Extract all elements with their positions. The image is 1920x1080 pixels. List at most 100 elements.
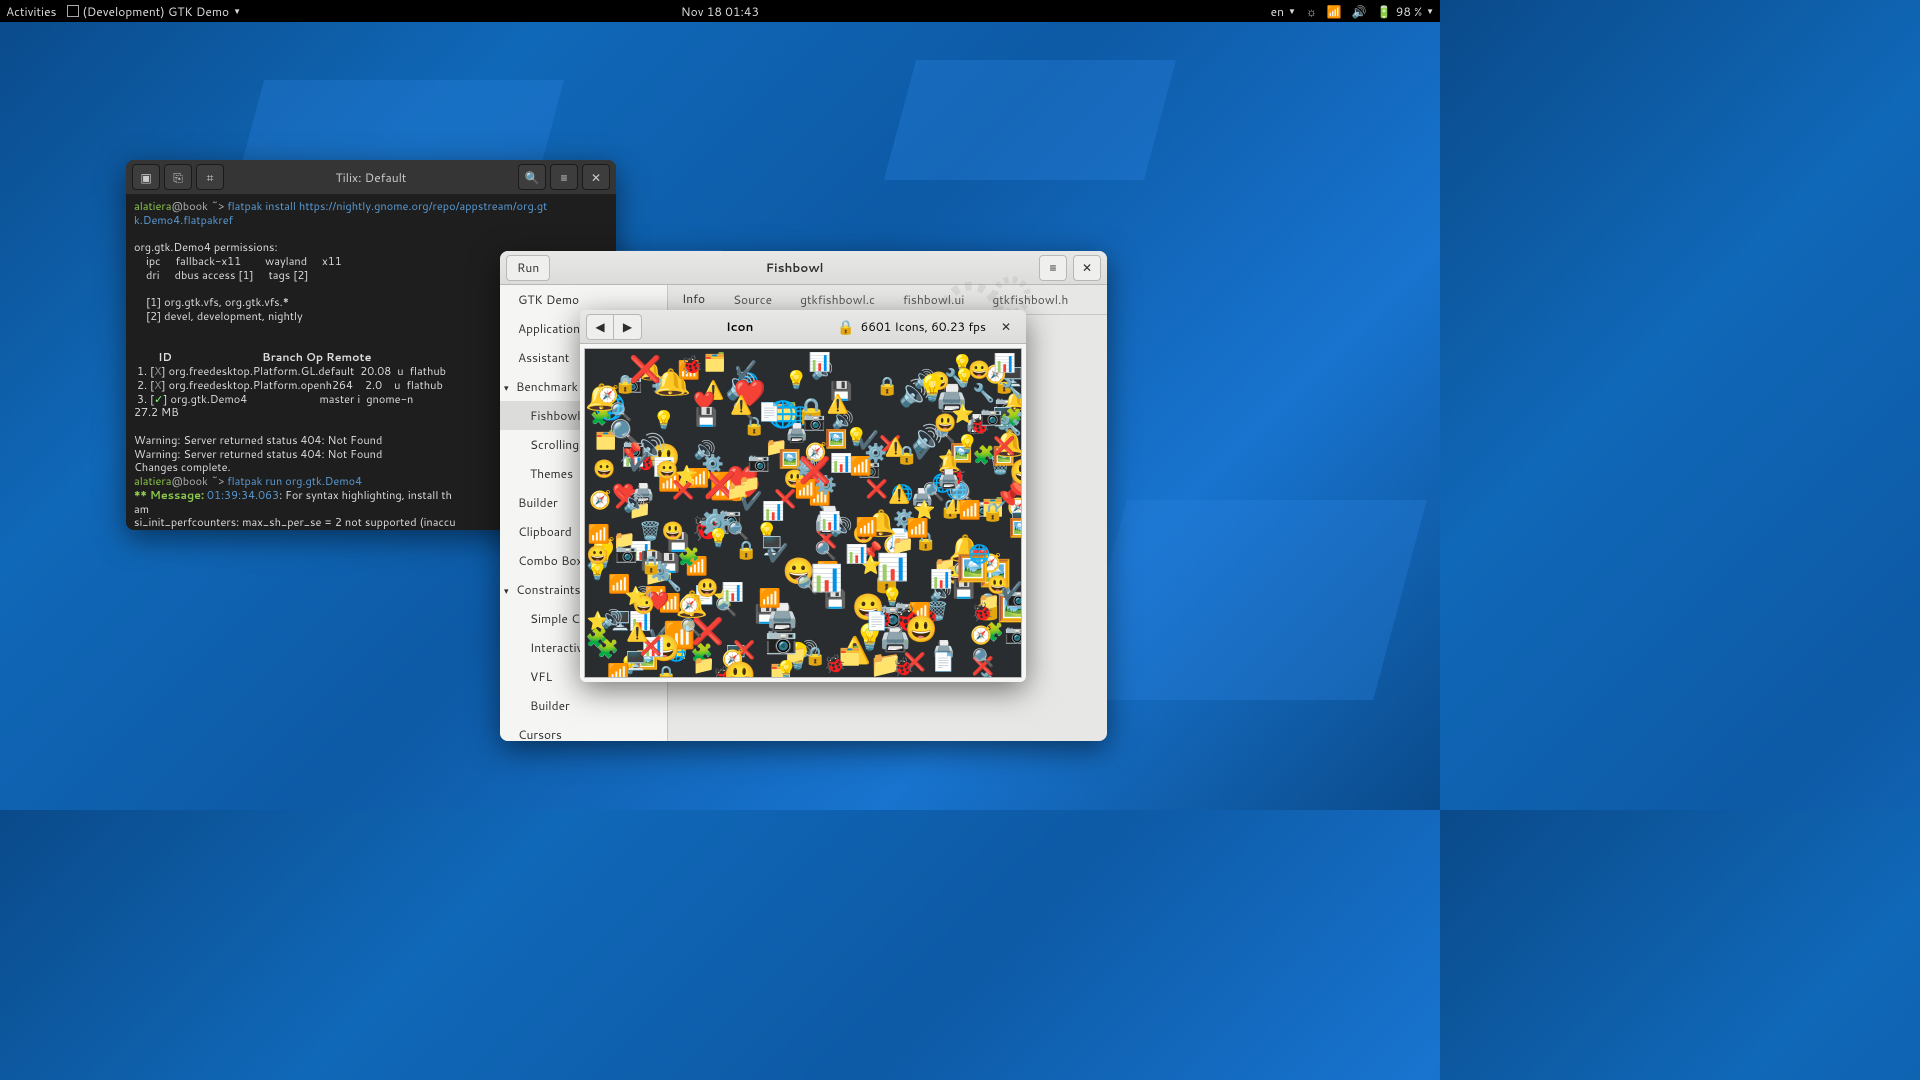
fishbowl-icon: 🧭	[678, 595, 700, 613]
fishbowl-icon: 📊	[930, 569, 952, 587]
fishbowl-icon: 📄	[758, 402, 780, 420]
fishbowl-icon: ⚠️	[730, 395, 752, 413]
fishbowl-icon: 🔒	[876, 376, 898, 394]
fishbowl-icon: 📷	[615, 543, 637, 561]
brightness-icon[interactable]: ☼	[1306, 3, 1317, 20]
chevron-down-icon: ▼	[1426, 5, 1434, 17]
fishbowl-icon: 📷	[765, 627, 797, 653]
fishbowl-icon: 🌐	[968, 544, 990, 562]
fishbowl-icon: 🐞	[824, 654, 846, 672]
fishbowl-icon: 💡	[916, 375, 948, 401]
close-button[interactable]: ✕	[1073, 255, 1101, 281]
fishbowl-icon: 🔒	[896, 445, 918, 463]
run-button[interactable]: Run	[506, 255, 550, 281]
fishbowl-icon: 🖼️	[1009, 518, 1022, 536]
fishbowl-icon: ❌	[993, 436, 1015, 454]
sidebar-item-label: Cursors	[518, 726, 562, 741]
close-button[interactable]: ✕	[992, 314, 1020, 340]
fishbowl-headerbar: ◀ ▶ Icon 🔒 6601 Icons, 60.23 fps ✕	[580, 310, 1026, 344]
wallpaper-shape	[1073, 500, 1427, 700]
expander-icon: ▾	[504, 584, 514, 597]
fishbowl-icon: 📊	[762, 501, 784, 519]
fishbowl-icon: 🔍	[680, 618, 702, 636]
fishbowl-icon: 📁	[726, 481, 748, 499]
lock-icon: 🔒	[837, 317, 854, 337]
fishbowl-icon: ❌	[799, 457, 831, 483]
fishbowl-icon: 🧭	[589, 490, 611, 508]
prev-button[interactable]: ◀	[586, 314, 614, 340]
close-button[interactable]: ✕	[582, 164, 610, 190]
volume-icon[interactable]: 🔊	[1352, 3, 1367, 20]
fishbowl-icon: 😃	[662, 521, 684, 539]
gnome-top-panel: Activities (Development) GTK Demo ▼ Nov …	[0, 0, 1440, 22]
expander-icon: ▾	[504, 381, 514, 394]
sidebar-item[interactable]: Cursors	[500, 720, 667, 741]
fishbowl-icon: 🧭	[970, 625, 992, 643]
fishbowl-icon: 🖨️	[937, 469, 959, 487]
fishbowl-icon: 🔊	[694, 440, 716, 458]
sidebar-item[interactable]: Builder	[500, 691, 667, 720]
fishbowl-icon: 😃	[724, 662, 756, 678]
fishbowl-icon: 🔔	[654, 369, 686, 395]
app-menu[interactable]: (Development) GTK Demo ▼	[67, 3, 242, 20]
fishbowl-icon: 📄	[932, 652, 954, 670]
fishbowl-icon: 📷	[747, 452, 769, 470]
fishbowl-icon: 💡	[845, 427, 867, 445]
search-button[interactable]: 🔍	[518, 164, 546, 190]
fishbowl-icon: 😀	[968, 360, 990, 378]
fishbowl-icon: 💾	[695, 407, 717, 425]
keyboard-layout-indicator[interactable]: en ▼	[1271, 3, 1296, 20]
tilix-new-tab-button[interactable]: ⎘	[164, 164, 192, 190]
fishbowl-window: ◀ ▶ Icon 🔒 6601 Icons, 60.23 fps ✕ 🖼️ 📶 ❌ 📁…	[580, 310, 1026, 682]
sidebar-item-label: Scrolling	[530, 436, 579, 453]
tilix-add-terminal-button[interactable]: ⌗	[196, 164, 224, 190]
fishbowl-icon: 📶	[856, 517, 878, 535]
fishbowl-icon: 😀	[587, 545, 609, 563]
tilix-titlebar: ▣ ⎘ ⌗ Tilix: Default 🔍 ≡ ✕	[126, 160, 616, 194]
fishbowl-icon: 📶	[758, 588, 780, 606]
battery-icon: 🔋	[1377, 3, 1392, 20]
sidebar-item-label: Constraints	[516, 581, 580, 598]
fishbowl-icon: 📶	[588, 524, 610, 542]
fishbowl-icon: 🔒	[655, 665, 677, 678]
fishbowl-icon: 💡	[707, 528, 729, 546]
chevron-down-icon: ▼	[233, 5, 241, 17]
fishbowl-icon: 🔧	[660, 572, 682, 590]
fishbowl-icon: ✔️	[628, 452, 650, 470]
fishbowl-icon: 🔍	[972, 648, 994, 666]
fishbowl-icon: 🗑️	[639, 521, 661, 539]
fishbowl-icon: 📁	[693, 655, 715, 673]
sidebar-item-label: GTK Demo	[518, 291, 579, 308]
fishbowl-icon: 🔊	[623, 493, 645, 511]
hamburger-menu-button[interactable]: ≡	[550, 164, 578, 190]
fishbowl-icon: 🐞	[971, 602, 993, 620]
fishbowl-icon: ⭐	[625, 586, 647, 604]
next-button[interactable]: ▶	[614, 314, 642, 340]
sidebar-item-label: Simple Co	[530, 610, 587, 627]
clock[interactable]: Nov 18 01:43	[681, 3, 759, 20]
sidebar-item-label: Themes	[530, 465, 573, 482]
wifi-icon[interactable]: 📶	[1327, 3, 1342, 20]
chevron-down-icon: ▼	[1288, 5, 1296, 17]
fishbowl-icon: ✔️	[1001, 581, 1022, 599]
fishbowl-icon: ✔️	[734, 360, 756, 378]
wallpaper-shape	[884, 60, 1176, 180]
fishbowl-icon: 📊	[722, 582, 744, 600]
sidebar-item-label: VFL	[530, 668, 552, 685]
battery-indicator[interactable]: 🔋 98 % ▼	[1377, 3, 1434, 20]
tilix-session-button[interactable]: ▣	[132, 164, 160, 190]
fishbowl-icon: 📊	[846, 544, 868, 562]
activities-button[interactable]: Activities	[6, 3, 57, 20]
fishbowl-icon: ⚠️	[888, 484, 910, 502]
fishbowl-icon: 📊	[809, 352, 831, 370]
fishbowl-icon: 🧩	[678, 547, 700, 565]
fishbowl-icon: 🔍	[610, 402, 632, 420]
fishbowl-stats: 6601 Icons, 60.23 fps	[861, 318, 986, 335]
fishbowl-icon: 💡	[652, 410, 674, 428]
keyboard-layout-label: en	[1271, 3, 1284, 20]
fishbowl-icon: 💡	[785, 370, 807, 388]
fishbowl-canvas: 🖼️📶❌📁📷🖨️🌐✔️📁❤️🔒❌🧭🔊😃😃📁🔧😃⚙️🖨️🖼️🖨️💾📷💾🔒😀⭐🔍🔊📷…	[584, 348, 1022, 678]
tilix-title: Tilix: Default	[228, 169, 514, 186]
sidebar-item-label: Combo Boxe	[518, 552, 589, 569]
app-menu-label: (Development) GTK Demo	[83, 3, 230, 20]
